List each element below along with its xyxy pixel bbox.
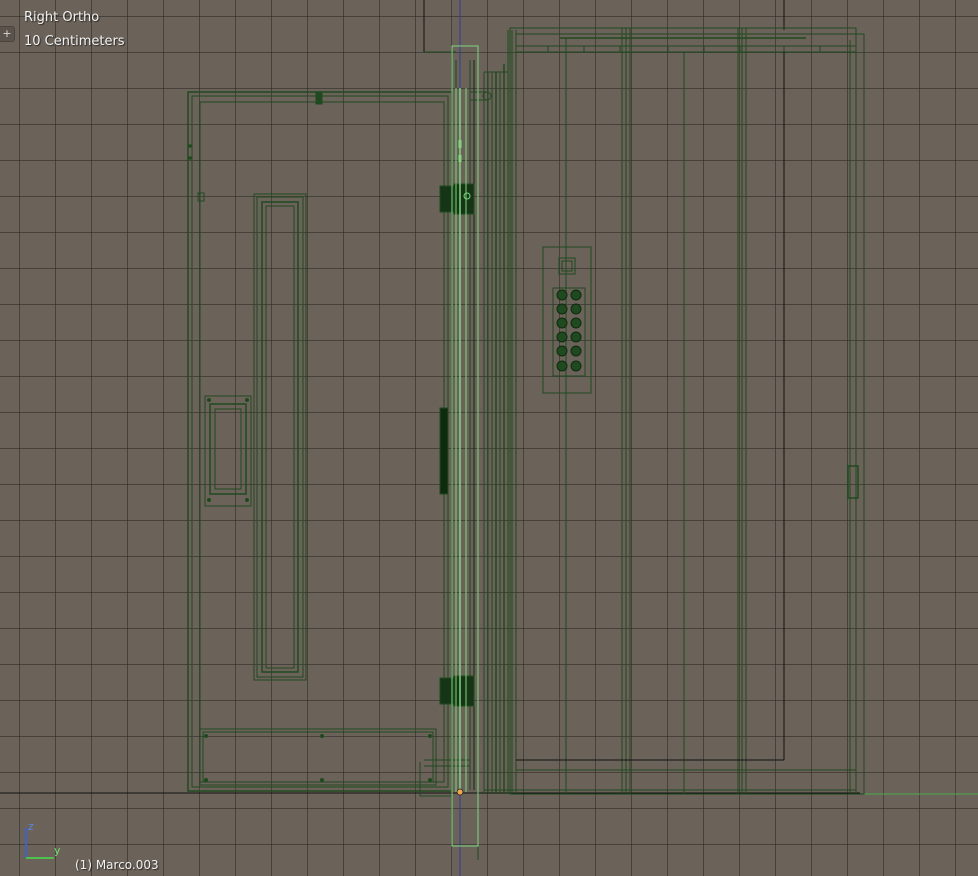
right-door-wireframe [483, 27, 865, 795]
left-door-wireframe [187, 91, 470, 797]
wireframe-scene[interactable] [0, 0, 978, 876]
object-origin-dot [456, 788, 464, 796]
axis-gizmo-icon: z y [25, 820, 61, 859]
view-name-label: Right Ortho [24, 10, 100, 25]
plus-icon[interactable]: + [0, 26, 15, 42]
control-panel-buttons [556, 289, 582, 372]
axis-y-label: y [54, 844, 61, 857]
grid-scale-label: 10 Centimeters [24, 34, 125, 49]
frame-column-wireframe [424, 51, 492, 860]
3d-viewport[interactable]: + Right Ortho 10 Centimeters z y (1) Mar… [0, 0, 978, 876]
active-object-label: (1) Marco.003 [75, 858, 159, 872]
axis-z-label: z [28, 820, 34, 833]
